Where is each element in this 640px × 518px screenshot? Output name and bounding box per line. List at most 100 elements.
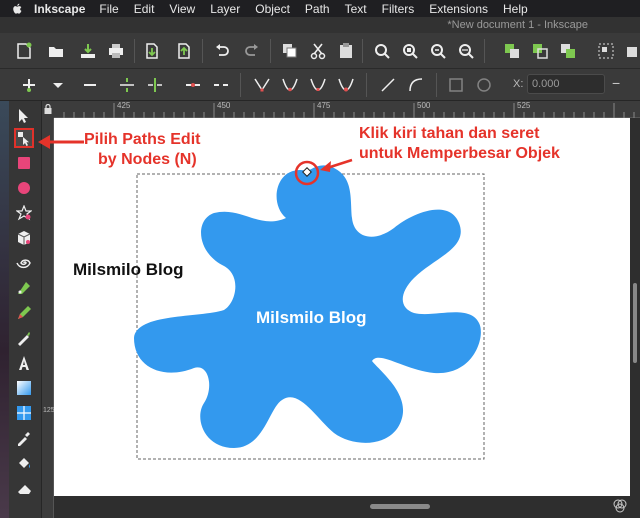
menu-text[interactable]: Text: [345, 2, 367, 16]
spiral-tool-icon[interactable]: [14, 253, 34, 273]
window-titlebar: *New document 1 - Inkscape: [0, 17, 640, 33]
menu-object[interactable]: Object: [255, 2, 290, 16]
delete-node-icon[interactable]: [80, 75, 100, 95]
calligraphy-tool-icon[interactable]: [14, 328, 34, 348]
node-smooth-icon[interactable]: [280, 75, 300, 95]
open-icon[interactable]: [46, 41, 66, 61]
color-management-icon[interactable]: [612, 498, 628, 514]
group-icon[interactable]: [596, 41, 616, 61]
break-path-icon[interactable]: [145, 75, 165, 95]
redo-icon[interactable]: [242, 41, 262, 61]
splat-shape[interactable]: [134, 165, 481, 448]
ruler-label-125: 125: [43, 407, 55, 414]
horizontal-ruler[interactable]: 425 450 475 500 525: [54, 101, 640, 118]
ruler-label-525: 525: [517, 101, 531, 110]
object-to-path-icon[interactable]: [446, 75, 466, 95]
selector-tool-icon[interactable]: [14, 106, 34, 126]
menu-filters[interactable]: Filters: [382, 2, 415, 16]
undo-icon[interactable]: [212, 41, 232, 61]
dropper-tool-icon[interactable]: [14, 428, 34, 448]
toolbar-separator: [202, 39, 203, 63]
menu-path[interactable]: Path: [305, 2, 330, 16]
window-title: *New document 1 - Inkscape: [447, 19, 588, 31]
vertical-ruler[interactable]: 125: [42, 118, 55, 518]
canvas-label-shape: Milsmilo Blog: [256, 308, 367, 327]
bezier-tool-icon[interactable]: [14, 278, 34, 298]
zoom-page-icon[interactable]: [428, 41, 448, 61]
apple-icon[interactable]: [10, 3, 24, 15]
zoom-selection-icon[interactable]: [372, 41, 392, 61]
menu-extensions[interactable]: Extensions: [429, 2, 488, 16]
commands-bar: [0, 33, 640, 69]
segment-curve-icon[interactable]: [406, 75, 426, 95]
segment-line-icon[interactable]: [378, 75, 398, 95]
lock-icon[interactable]: [44, 104, 52, 114]
mesh-tool-icon[interactable]: [14, 403, 34, 423]
x-decrement-button[interactable]: −: [612, 75, 620, 91]
clone-icon[interactable]: [530, 41, 550, 61]
rectangle-tool-icon[interactable]: [14, 153, 34, 173]
x-coordinate-label: X:: [513, 78, 524, 90]
menu-help[interactable]: Help: [503, 2, 528, 16]
ruler-label-425: 425: [117, 101, 131, 110]
export-icon[interactable]: [174, 41, 194, 61]
copy-icon[interactable]: [280, 41, 300, 61]
menu-bar: Inkscape File Edit View Layer Object Pat…: [0, 0, 640, 17]
node-drag-note: Klik kiri tahan dan seret untuk Memperbe…: [359, 124, 560, 164]
node-cusp-icon[interactable]: [252, 75, 272, 95]
vertical-scroll-thumb[interactable]: [633, 283, 637, 363]
pencil-tool-icon[interactable]: [14, 303, 34, 323]
toolbar-separator: [240, 73, 241, 97]
toolbar-separator: [484, 39, 485, 63]
duplicate-icon[interactable]: [502, 41, 522, 61]
node-auto-smooth-icon[interactable]: [336, 75, 356, 95]
horizontal-scroll-thumb[interactable]: [370, 504, 430, 509]
node-tool-icon[interactable]: [14, 128, 34, 148]
unlink-clone-icon[interactable]: [558, 41, 578, 61]
3d-box-tool-icon[interactable]: [14, 228, 34, 248]
toolbar-separator: [366, 73, 367, 97]
gradient-tool-icon[interactable]: [14, 378, 34, 398]
drawing: [134, 158, 485, 460]
insert-node-icon[interactable]: [19, 75, 39, 95]
new-document-icon[interactable]: [14, 41, 34, 61]
ellipse-tool-icon[interactable]: [14, 178, 34, 198]
star-tool-icon[interactable]: [14, 203, 34, 223]
print-icon[interactable]: [106, 41, 126, 61]
canvas[interactable]: Milsmilo Blog Milsmilo Blog Klik kiri ta…: [54, 118, 630, 496]
import-icon[interactable]: [142, 41, 162, 61]
tool-note: Pilih Paths Edit by Nodes (N): [84, 130, 200, 170]
menu-layer[interactable]: Layer: [210, 2, 240, 16]
menu-edit[interactable]: Edit: [134, 2, 155, 16]
zoom-width-icon[interactable]: [456, 41, 476, 61]
text-tool-icon[interactable]: [14, 353, 34, 373]
tool-note-line1: Pilih Paths Edit: [84, 131, 201, 148]
toolbar-separator: [270, 39, 271, 63]
horizontal-scrollbar[interactable]: [54, 496, 630, 518]
toolbar-separator: [362, 39, 363, 63]
toolbar-separator: [134, 39, 135, 63]
ruler-label-450: 450: [217, 101, 231, 110]
node-symmetric-icon[interactable]: [308, 75, 328, 95]
save-icon[interactable]: [78, 41, 98, 61]
cut-icon[interactable]: [308, 41, 328, 61]
stroke-to-path-icon[interactable]: [474, 75, 494, 95]
ungroup-icon[interactable]: [624, 41, 640, 61]
node-note-line1: Klik kiri tahan dan seret: [359, 125, 540, 142]
join-nodes-icon[interactable]: [117, 75, 137, 95]
menu-file[interactable]: File: [99, 2, 118, 16]
menu-view[interactable]: View: [169, 2, 195, 16]
menu-app-name[interactable]: Inkscape: [34, 2, 85, 16]
tool-note-line2: by Nodes (N): [98, 151, 197, 168]
insert-node-dropdown-icon[interactable]: [48, 75, 68, 95]
join-segment-icon[interactable]: [183, 75, 203, 95]
vertical-scrollbar[interactable]: [630, 118, 640, 518]
paste-icon[interactable]: [336, 41, 356, 61]
x-coordinate-input[interactable]: [527, 74, 605, 94]
paint-bucket-tool-icon[interactable]: [14, 453, 34, 473]
zoom-drawing-icon[interactable]: [400, 41, 420, 61]
eraser-tool-icon[interactable]: [14, 478, 34, 498]
ruler-ticks: [63, 103, 635, 118]
delete-segment-icon[interactable]: [211, 75, 231, 95]
ruler-label-500: 500: [417, 101, 431, 110]
